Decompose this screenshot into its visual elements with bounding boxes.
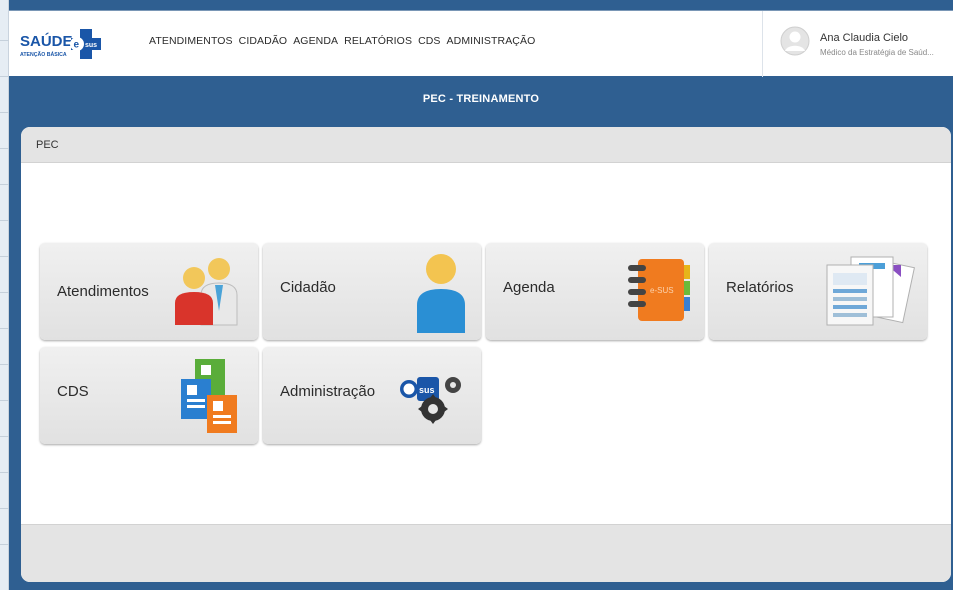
tile-cds[interactable]: CDS bbox=[40, 347, 258, 444]
logo-main-text: SAÚDE bbox=[20, 32, 73, 50]
top-navigation-bar: SAÚDE e sus ATENÇÃO BÁSICA ATENDIMENTOS … bbox=[9, 10, 953, 77]
panel-title: PEC bbox=[36, 139, 59, 151]
tile-label: Atendimentos bbox=[57, 283, 149, 300]
nav-relatorios[interactable]: RELATÓRIOS bbox=[344, 35, 412, 47]
left-sidebar-strip bbox=[0, 0, 9, 590]
user-name: Ana Claudia Cielo bbox=[820, 32, 909, 44]
tile-label: CDS bbox=[57, 383, 89, 400]
svg-text:e: e bbox=[74, 40, 80, 51]
environment-title: PEC - TREINAMENTO bbox=[422, 93, 540, 105]
nav-agenda[interactable]: AGENDA bbox=[293, 35, 338, 47]
user-avatar-icon bbox=[780, 26, 810, 56]
tile-atendimentos[interactable]: Atendimentos bbox=[40, 243, 258, 340]
reports-documents-icon bbox=[826, 256, 915, 326]
logo-sub-text: ATENÇÃO BÁSICA bbox=[20, 51, 67, 58]
tile-label: Agenda bbox=[503, 279, 555, 296]
agenda-cover-text: e-SUS bbox=[650, 286, 674, 295]
esus-gears-icon: sus bbox=[400, 377, 461, 424]
tile-relatorios[interactable]: Relatórios bbox=[709, 243, 927, 340]
nav-atendimentos[interactable]: ATENDIMENTOS bbox=[149, 35, 233, 47]
tile-label: Cidadão bbox=[280, 279, 336, 296]
user-menu[interactable]: Ana Claudia Cielo Médico da Estratégia d… bbox=[762, 11, 953, 77]
citizen-icon bbox=[417, 254, 465, 333]
tile-label: Administração bbox=[280, 383, 376, 400]
nav-cds[interactable]: CDS bbox=[418, 35, 440, 47]
nav-cidadao[interactable]: CIDADÃO bbox=[239, 35, 288, 47]
cds-forms-icon bbox=[181, 359, 237, 433]
nav-administracao[interactable]: ADMINISTRAÇÃO bbox=[447, 35, 536, 47]
people-icon bbox=[175, 258, 238, 326]
agenda-notebook-icon: e-SUS bbox=[628, 259, 690, 321]
user-role: Médico da Estratégia de Saúd... bbox=[820, 48, 934, 57]
tile-label: Relatórios bbox=[726, 279, 794, 296]
tile-administracao[interactable]: Administração sus bbox=[263, 347, 481, 444]
main-nav: ATENDIMENTOS CIDADÃO AGENDA RELATÓRIOS C… bbox=[149, 35, 535, 47]
admin-badge-text: sus bbox=[419, 385, 435, 395]
panel-header: PEC bbox=[21, 127, 951, 163]
saude-esus-logo[interactable]: SAÚDE e sus ATENÇÃO BÁSICA bbox=[20, 29, 112, 59]
panel-footer bbox=[21, 524, 951, 582]
tile-cidadao[interactable]: Cidadão bbox=[263, 243, 481, 340]
logo-badge-text: sus bbox=[85, 42, 97, 49]
pec-panel: PEC Atendimentos Cidadão Agenda e-SUS Re… bbox=[21, 127, 951, 582]
tile-agenda[interactable]: Agenda e-SUS bbox=[486, 243, 704, 340]
